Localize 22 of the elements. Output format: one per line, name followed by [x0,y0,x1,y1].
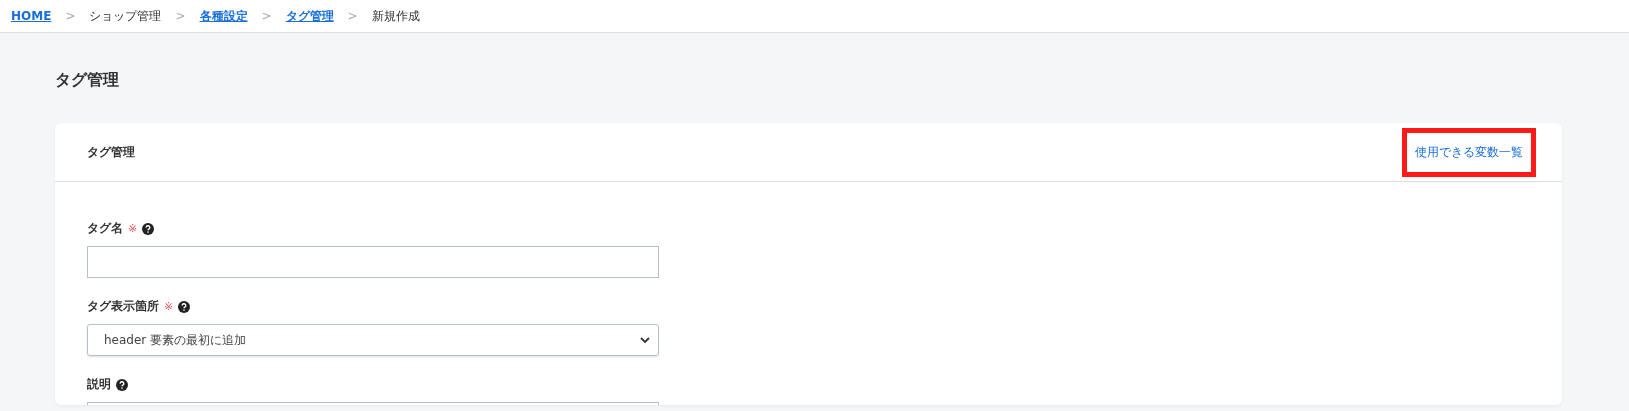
breadcrumb-separator: > [65,9,76,23]
field-label: 説明 [87,376,111,393]
help-icon[interactable] [142,222,155,235]
breadcrumb-link[interactable]: HOME [11,9,52,23]
variables-link[interactable]: 使用できる変数一覧 [1402,127,1536,177]
help-icon[interactable] [116,378,128,391]
field-label: タグ名 [87,220,123,237]
breadcrumb-link[interactable]: タグ管理 [285,7,334,25]
input-field[interactable] [87,246,659,278]
card-title: タグ管理 [87,143,135,161]
field-label: タグ表示箇所 [87,298,159,315]
breadcrumb-text: 新規作成 [371,7,420,25]
help-icon[interactable] [178,300,191,313]
select-field[interactable]: header 要素の最初に追加 [87,324,659,356]
required-mark: ※ [128,222,138,235]
breadcrumb-text: ショップ管理 [89,7,162,25]
breadcrumb-link[interactable]: 各種設定 [199,7,248,25]
breadcrumb-separator: > [175,9,186,23]
chevron-down-icon [640,336,650,344]
breadcrumb-separator: > [261,9,272,23]
required-mark: ※ [164,300,174,313]
breadcrumb-separator: > [347,9,358,23]
